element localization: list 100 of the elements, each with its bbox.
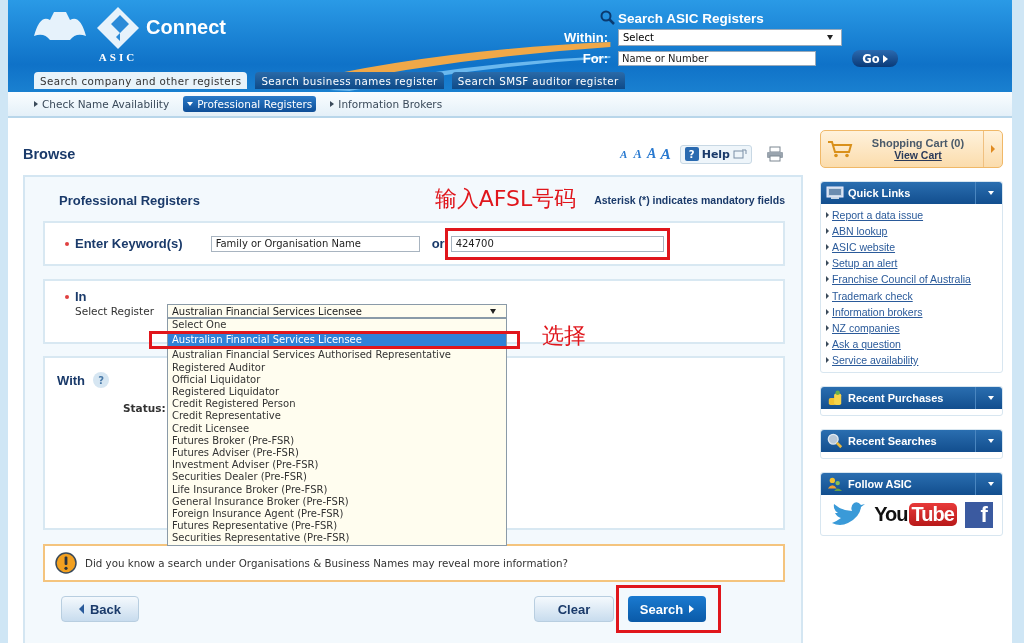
- dropdown-option[interactable]: Life Insurance Broker (Pre-FSR): [168, 483, 506, 496]
- dropdown-option[interactable]: Australian Financial Services Authorised Representative: [168, 349, 506, 362]
- field-label: With: [57, 372, 86, 388]
- dropdown-option[interactable]: Securities Representative (Pre-FSR): [168, 532, 506, 545]
- panel-header[interactable]: Follow ASIC: [821, 472, 1002, 495]
- dropdown-option[interactable]: Securities Dealer (Pre-FSR): [168, 471, 506, 484]
- dropdown-option[interactable]: General Insurance Broker (Pre-FSR): [168, 495, 506, 509]
- logo-icon: [96, 6, 140, 50]
- font-size-button[interactable]: A: [631, 146, 644, 162]
- font-size-button[interactable]: A: [617, 148, 630, 160]
- panel-header[interactable]: Quick Links: [821, 182, 1002, 204]
- search-title: Search ASIC Registers: [618, 10, 764, 26]
- quick-link[interactable]: Report a data issue: [832, 209, 924, 222]
- monitor-icon: [826, 185, 844, 201]
- within-label: Within:: [563, 30, 608, 45]
- search-field[interactable]: Name or Number: [618, 51, 816, 66]
- register-tab[interactable]: Search company and other registers: [34, 72, 248, 89]
- dropdown-option[interactable]: Futures Representative (Pre-FSR): [168, 520, 506, 533]
- triangle-bullet-icon: [826, 356, 829, 363]
- triangle-bullet-icon: [826, 340, 829, 347]
- register-select[interactable]: Australian Financial Services Licensee: [167, 304, 507, 318]
- section-title: Professional Registers: [59, 192, 200, 208]
- dropdown-option[interactable]: Credit Representative: [168, 410, 506, 423]
- clear-button[interactable]: Clear: [534, 596, 614, 622]
- dropdown-option[interactable]: Foreign Insurance Agent (Pre-FSR): [168, 508, 506, 521]
- field-label: In: [75, 289, 87, 304]
- select-label: Select Register: [75, 305, 155, 317]
- dropdown-option[interactable]: Select One: [168, 319, 506, 332]
- panel-title: Follow ASIC: [848, 477, 913, 490]
- dropdown-option[interactable]: Futures Broker (Pre-FSR): [168, 434, 506, 448]
- quick-link[interactable]: Information brokers: [832, 305, 923, 318]
- caret-down-icon: [490, 308, 496, 314]
- triangle-bullet-icon: [826, 308, 829, 315]
- quick-link[interactable]: NZ companies: [832, 321, 900, 334]
- dropdown-option[interactable]: Investment Adviser (Pre-FSR): [168, 459, 506, 472]
- quick-link[interactable]: Ask a question: [832, 337, 901, 350]
- triangle-icon: [187, 102, 194, 106]
- shopping-cart-box[interactable]: Shopping Cart (0) View Cart: [820, 130, 1003, 168]
- triangle-bullet-icon: [826, 260, 829, 267]
- dropdown-option[interactable]: Australian Financial Services Licensee: [168, 334, 506, 347]
- triangle-bullet-icon: [826, 244, 829, 251]
- caret-down-icon[interactable]: [988, 481, 994, 486]
- caret-down-icon: [827, 35, 833, 40]
- social-logo[interactable]: f: [964, 501, 993, 528]
- logo-subtitle: ASIC: [98, 51, 138, 63]
- dropdown-option[interactable]: Registered Auditor: [168, 361, 506, 374]
- caret-down-icon[interactable]: [988, 191, 994, 195]
- coins-icon: [826, 389, 844, 406]
- register-tab[interactable]: Search business names register: [255, 72, 444, 89]
- triangle-right-icon: [882, 54, 888, 63]
- warning-icon: [55, 552, 77, 574]
- dropdown-option[interactable]: Credit Registered Person: [168, 398, 506, 411]
- people-icon: [826, 475, 844, 492]
- or-label: or: [431, 236, 445, 251]
- triangle-icon: [34, 101, 38, 107]
- quick-link[interactable]: Service availability: [832, 353, 919, 366]
- notice-text: Did you know a search under Organisations & Business Names may reveal more information?: [85, 557, 568, 569]
- quick-link[interactable]: Trademark check: [832, 289, 913, 302]
- panel-header[interactable]: Recent Purchases: [821, 386, 1002, 409]
- triangle-right-icon: [991, 145, 995, 153]
- field-label: Enter Keyword(s): [75, 236, 183, 251]
- go-button[interactable]: Go: [852, 50, 898, 67]
- panel-title: Recent Searches: [848, 434, 938, 447]
- help-button[interactable]: ? Help: [679, 144, 752, 164]
- help-icon[interactable]: ?: [93, 372, 110, 388]
- printer-icon[interactable]: [766, 146, 784, 162]
- caret-down-icon[interactable]: [988, 395, 994, 400]
- subnav-link[interactable]: Check Name Availability: [30, 96, 174, 112]
- logo-title: Connect: [146, 16, 226, 39]
- triangle-left-icon: [78, 604, 84, 614]
- panel-header[interactable]: Recent Searches: [821, 429, 1002, 452]
- register-tab[interactable]: Search SMSF auditor register: [451, 72, 625, 89]
- for-label: For:: [581, 51, 608, 66]
- subnav-link[interactable]: Professional Registers: [183, 96, 317, 112]
- quick-link[interactable]: Setup an alert: [832, 257, 898, 270]
- dropdown-option[interactable]: Registered Liquidator: [168, 386, 506, 399]
- dropdown-option[interactable]: Official Liquidator: [168, 373, 506, 386]
- quick-link[interactable]: ASIC website: [832, 241, 896, 254]
- magnifier-icon: [826, 432, 844, 449]
- font-size-button[interactable]: A: [659, 145, 672, 163]
- caret-down-icon[interactable]: [988, 438, 994, 443]
- panel-title: Recent Purchases: [848, 391, 945, 404]
- dropdown-option[interactable]: Credit Licensee: [168, 422, 506, 435]
- annotation-text: 输入AFSL号码: [434, 185, 577, 212]
- external-window-icon: [733, 149, 747, 159]
- triangle-bullet-icon: [826, 292, 829, 299]
- status-label: Status:: [123, 402, 166, 414]
- dropdown-option[interactable]: Futures Adviser (Pre-FSR): [168, 447, 506, 460]
- annotation-text: 选择: [542, 323, 586, 349]
- triangle-bullet-icon: [826, 324, 829, 331]
- quick-link[interactable]: ABN lookup: [832, 225, 888, 238]
- number-field[interactable]: 424700: [450, 235, 664, 252]
- subnav-link[interactable]: Information Brokers: [326, 96, 447, 112]
- font-size-button[interactable]: A: [645, 146, 658, 162]
- quick-link[interactable]: Franchise Council of Australia: [832, 273, 971, 286]
- within-select[interactable]: Select: [618, 29, 842, 46]
- view-cart-link[interactable]: View Cart: [894, 149, 942, 161]
- name-field[interactable]: Family or Organisation Name: [210, 235, 420, 252]
- back-button[interactable]: Back: [61, 596, 139, 622]
- search-button[interactable]: Search: [628, 596, 706, 622]
